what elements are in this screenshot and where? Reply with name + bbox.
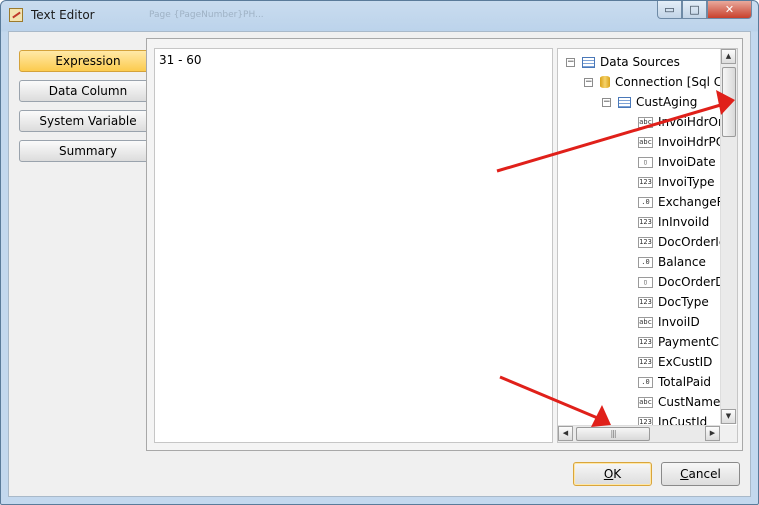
- tree-field-row[interactable]: .0 Balance: [638, 253, 706, 271]
- dialog-client-area: Expression Data Column System Variable S…: [8, 31, 751, 497]
- summary-tab-button[interactable]: Summary: [19, 140, 157, 162]
- text-editor-window: Text Editor Page {PageNumber}PH... ▭ □ ✕…: [0, 0, 759, 505]
- tree-field-row[interactable]: abc CustNameI: [638, 393, 724, 411]
- expression-text: 31 - 60: [159, 53, 202, 67]
- tree-field-row[interactable]: .0 TotalPaid: [638, 373, 711, 391]
- data-sources-tree[interactable]: − Data Sources − Connection [Sql Co − Cu…: [557, 48, 738, 443]
- field-name-label: ExchangeR: [658, 195, 725, 209]
- field-name-label: ExCustID: [658, 355, 713, 369]
- tree-root-label: Data Sources: [600, 55, 680, 69]
- field-type-icon: 123: [638, 296, 653, 308]
- tree-field-row[interactable]: 123 PaymentCr: [638, 333, 724, 351]
- field-type-icon: 123: [638, 356, 653, 368]
- field-name-label: InvoiHdrPO: [658, 135, 726, 149]
- field-type-icon: ▯: [638, 276, 653, 288]
- field-name-label: InvoiHdrOr: [658, 115, 723, 129]
- database-icon: [600, 76, 610, 88]
- field-type-icon: ▯: [638, 156, 653, 168]
- data-sources-icon: [582, 56, 595, 68]
- scroll-up-arrow-icon[interactable]: ▲: [721, 49, 736, 64]
- expression-panel: 31 - 60 − Data Sources − Connection [Sql…: [146, 38, 743, 451]
- field-type-icon: 123: [638, 176, 653, 188]
- tree-field-row[interactable]: ▯ DocOrderD: [638, 273, 725, 291]
- expression-text-area[interactable]: 31 - 60: [154, 48, 553, 443]
- collapse-icon[interactable]: −: [602, 97, 611, 107]
- ok-button-label: OK: [603, 467, 622, 481]
- field-type-icon: abc: [638, 136, 653, 148]
- tree-field-row[interactable]: abc InvoiHdrOr: [638, 113, 723, 131]
- tree-horizontal-scrollbar[interactable]: ◀ ||| ▶: [558, 425, 720, 442]
- field-name-label: InvoiType: [658, 175, 715, 189]
- window-title: Text Editor: [31, 8, 95, 22]
- tree-connection-row[interactable]: − Connection [Sql Co: [584, 73, 730, 91]
- maximize-button[interactable]: □: [682, 1, 707, 19]
- caption-buttons: ▭ □ ✕: [657, 1, 752, 20]
- field-name-label: DocType: [658, 295, 709, 309]
- scroll-left-arrow-icon[interactable]: ◀: [558, 426, 573, 441]
- tree-field-row[interactable]: 123 DocOrderIc: [638, 233, 725, 251]
- title-bar[interactable]: Text Editor Page {PageNumber}PH... ▭ □ ✕: [1, 1, 758, 31]
- field-name-label: InvoiDate: [658, 155, 716, 169]
- scrollbar-corner: [720, 425, 737, 442]
- scroll-down-arrow-icon[interactable]: ▼: [721, 409, 736, 424]
- tree-field-row[interactable]: .0 ExchangeR: [638, 193, 725, 211]
- tree-field-row[interactable]: abc InvoiHdrPO: [638, 133, 725, 151]
- tree-field-row[interactable]: abc InvoiID: [638, 313, 700, 331]
- field-name-label: Balance: [658, 255, 706, 269]
- scroll-right-arrow-icon[interactable]: ▶: [705, 426, 720, 441]
- field-name-label: DocOrderIc: [658, 235, 726, 249]
- tree-table-label: CustAging: [636, 95, 698, 109]
- field-type-icon: abc: [638, 316, 653, 328]
- minimize-button[interactable]: ▭: [657, 1, 682, 19]
- tree-connection-label: Connection [Sql Co: [615, 75, 730, 89]
- ok-button[interactable]: OK: [573, 462, 652, 486]
- cancel-button-label: Cancel: [680, 467, 721, 481]
- field-type-icon: 123: [638, 236, 653, 248]
- tree-root-row[interactable]: − Data Sources: [566, 53, 680, 71]
- expression-tab-button[interactable]: Expression: [19, 50, 157, 72]
- field-name-label: TotalPaid: [658, 375, 712, 389]
- field-type-icon: abc: [638, 396, 653, 408]
- field-type-icon: 123: [638, 216, 653, 228]
- tree-table-row[interactable]: − CustAging: [602, 93, 697, 111]
- field-name-label: InInvoiId: [658, 215, 710, 229]
- close-button[interactable]: ✕: [707, 1, 752, 19]
- field-type-icon: .0: [638, 376, 653, 388]
- field-type-icon: 123: [638, 336, 653, 348]
- background-ghost-text: Page {PageNumber}PH...: [149, 10, 264, 20]
- system-variable-tab-button[interactable]: System Variable: [19, 110, 157, 132]
- field-name-label: CustNameI: [658, 395, 724, 409]
- field-type-icon: .0: [638, 256, 653, 268]
- tree-field-row[interactable]: 123 DocType: [638, 293, 709, 311]
- tree-field-row[interactable]: 123 InInvoiId: [638, 213, 709, 231]
- data-column-tab-button[interactable]: Data Column: [19, 80, 157, 102]
- field-name-label: InvoiID: [658, 315, 700, 329]
- collapse-icon[interactable]: −: [566, 57, 575, 67]
- tree-field-row[interactable]: 123 ExCustID: [638, 353, 712, 371]
- field-name-label: PaymentCr: [658, 335, 724, 349]
- table-icon: [618, 96, 631, 108]
- collapse-icon[interactable]: −: [584, 77, 593, 87]
- field-type-icon: .0: [638, 196, 653, 208]
- field-type-icon: abc: [638, 116, 653, 128]
- cancel-button[interactable]: Cancel: [661, 462, 740, 486]
- field-name-label: DocOrderD: [658, 275, 725, 289]
- text-editor-icon: [9, 8, 23, 22]
- tree-field-row[interactable]: 123 InvoiType: [638, 173, 714, 191]
- vertical-scroll-thumb[interactable]: [722, 67, 736, 137]
- tree-vertical-scrollbar[interactable]: ▲ ▼: [720, 49, 737, 424]
- tree-field-row[interactable]: ▯ InvoiDate: [638, 153, 716, 171]
- horizontal-scroll-thumb[interactable]: |||: [576, 427, 650, 441]
